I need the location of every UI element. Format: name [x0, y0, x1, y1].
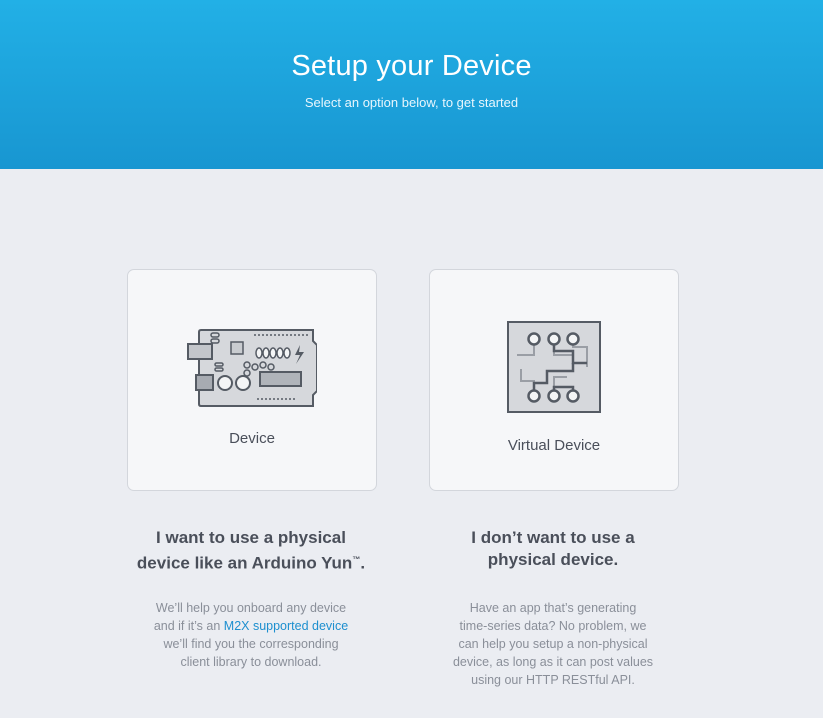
heading-period: .: [360, 553, 366, 573]
heading-line: I don’t want to use a: [471, 528, 635, 547]
desc-line: device, as long as it can post values: [452, 655, 654, 669]
desc-line: client library to download.: [180, 655, 322, 669]
desc-text: and if it’s an: [153, 619, 224, 633]
desc-line: can help you setup a non-physical: [458, 637, 648, 651]
virtual-device-option-card[interactable]: Virtual Device: [429, 269, 679, 491]
arduino-board-icon: [187, 327, 318, 414]
desc-line: time-series data? No problem, we: [459, 619, 647, 633]
desc-line: using our HTTP RESTful API.: [471, 673, 635, 687]
page-title: Setup your Device: [291, 50, 532, 82]
circuit-chip-icon: [507, 321, 601, 418]
device-option-label: Device: [229, 430, 275, 447]
device-option-card[interactable]: Device: [127, 269, 377, 491]
heading-line: I want to use a physical: [156, 528, 346, 547]
device-option-heading: I want to use a physical device like an …: [101, 527, 401, 575]
page-header: Setup your Device Select an option below…: [0, 0, 823, 169]
desc-line: Have an app that’s generating: [469, 601, 637, 615]
device-option-description: We’ll help you onboard any device and if…: [121, 599, 381, 671]
heading-text: device like an Arduino Yun: [136, 553, 353, 573]
desc-line: We’ll help you onboard any device: [155, 601, 347, 615]
m2x-supported-device-link[interactable]: M2X supported device: [224, 619, 348, 633]
desc-line: and if it’s an M2X supported device: [121, 617, 381, 635]
virtual-device-option-description: Have an app that’s generating time-serie…: [423, 599, 683, 689]
virtual-device-option-heading: I don’t want to use a physical device.: [403, 527, 703, 571]
page-subtitle: Select an option below, to get started: [304, 95, 519, 110]
virtual-device-option-label: Virtual Device: [507, 437, 601, 454]
heading-line: device like an Arduino Yun™.: [101, 549, 401, 575]
heading-line: physical device.: [487, 550, 619, 569]
desc-line: we’ll find you the corresponding: [163, 637, 339, 651]
